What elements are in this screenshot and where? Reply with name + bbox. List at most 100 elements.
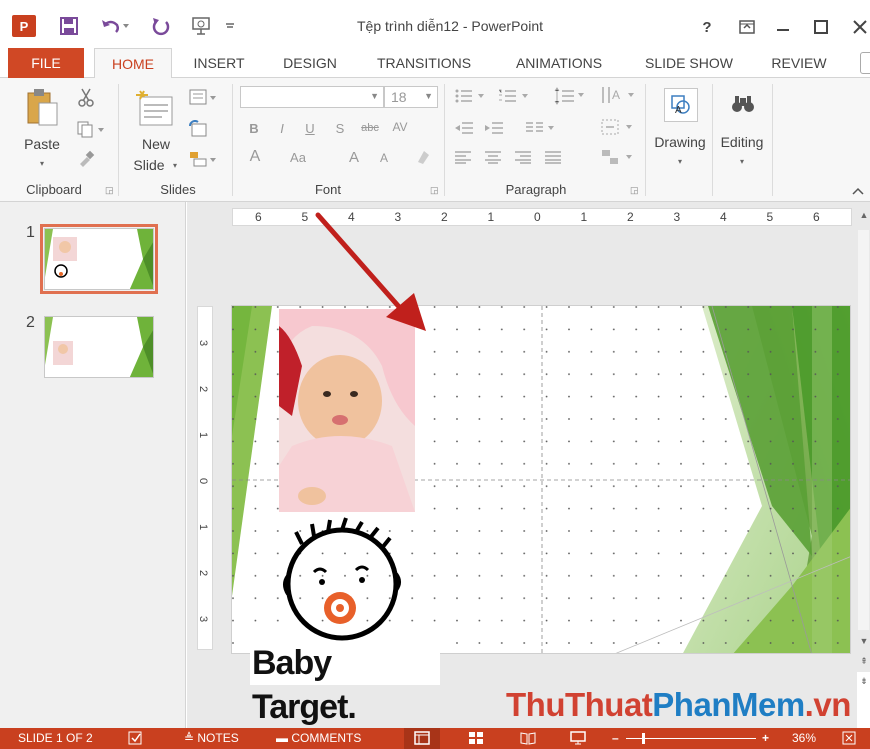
redo-icon[interactable] <box>148 14 174 38</box>
slide-thumbnail[interactable] <box>40 224 158 294</box>
thumbnail-number: 1 <box>26 224 35 241</box>
customize-qat-icon[interactable] <box>222 14 238 38</box>
undo-icon[interactable] <box>98 14 132 38</box>
paste-icon[interactable] <box>20 86 68 130</box>
grow-font-button[interactable]: A <box>344 146 364 168</box>
tab-review[interactable]: REVIEW <box>760 48 838 78</box>
editing-dropdown-icon[interactable]: ▾ <box>736 156 748 166</box>
align-left-icon[interactable] <box>452 146 474 168</box>
text-direction-icon[interactable]: A <box>598 84 638 106</box>
font-color-button[interactable]: A <box>244 146 266 168</box>
tab-transitions[interactable]: TRANSITIONS <box>362 48 486 78</box>
fit-slide-icon[interactable] <box>842 731 856 748</box>
align-text-icon[interactable] <box>598 116 638 138</box>
new-slide-button-line2[interactable]: Slide <box>124 155 174 175</box>
notes-button[interactable]: ≜ NOTES <box>184 731 239 745</box>
shadow-button[interactable]: S <box>330 118 350 138</box>
slide-thumbnail[interactable] <box>44 316 154 378</box>
cut-icon[interactable] <box>74 86 98 108</box>
strikethrough-button[interactable]: abc <box>356 118 384 138</box>
slide-canvas[interactable] <box>231 305 851 654</box>
smartart-icon[interactable] <box>598 146 638 168</box>
copy-icon[interactable] <box>74 118 108 140</box>
line-spacing-icon[interactable] <box>552 86 588 106</box>
new-slide-button[interactable]: New <box>126 134 186 154</box>
shapes-icon[interactable]: A <box>664 88 698 122</box>
bold-button[interactable]: B <box>244 118 264 138</box>
ruler-tick-label: 3 <box>197 615 210 623</box>
zoom-out-icon[interactable]: – <box>612 731 619 745</box>
scroll-down-icon[interactable]: ▼ <box>858 636 870 646</box>
numbering-icon[interactable] <box>496 86 532 106</box>
font-launcher-icon[interactable]: ◲ <box>430 185 439 196</box>
paragraph-launcher-icon[interactable]: ◲ <box>630 185 639 196</box>
thumbnail-number: 2 <box>26 314 35 331</box>
next-slide-icon[interactable]: ⇟ <box>858 676 870 687</box>
slides-group-label: Slides <box>160 182 196 197</box>
vertical-scrollbar[interactable] <box>857 202 870 672</box>
align-right-icon[interactable] <box>512 146 534 168</box>
shrink-font-button[interactable]: A <box>374 148 394 168</box>
increase-indent-icon[interactable] <box>482 118 506 138</box>
layout-icon[interactable] <box>186 86 220 108</box>
close-button[interactable] <box>845 14 870 40</box>
clipboard-launcher-icon[interactable]: ◲ <box>105 185 114 196</box>
save-icon[interactable] <box>58 14 80 38</box>
minimize-button[interactable] <box>768 14 798 40</box>
drawing-button[interactable]: Drawing <box>648 132 712 152</box>
font-size-combo[interactable]: 18 ▼ <box>384 86 438 108</box>
scroll-up-icon[interactable]: ▲ <box>858 210 870 220</box>
find-icon[interactable] <box>728 88 758 120</box>
format-painter-icon[interactable] <box>74 148 98 170</box>
slide-sorter-icon[interactable] <box>468 731 484 748</box>
font-group-label: Font <box>314 182 341 197</box>
decrease-indent-icon[interactable] <box>452 118 476 138</box>
slide-number-status: SLIDE 1 OF 2 <box>18 731 93 745</box>
ribbon-display-options-icon[interactable] <box>732 14 762 40</box>
columns-icon[interactable] <box>522 118 558 138</box>
tab-design[interactable]: DESIGN <box>270 48 350 78</box>
section-icon[interactable] <box>186 148 220 170</box>
new-slide-dropdown-icon[interactable]: ▾ <box>170 160 180 170</box>
editing-button[interactable]: Editing <box>714 132 770 152</box>
zoom-level[interactable]: 36% <box>792 731 816 745</box>
justify-icon[interactable] <box>542 146 564 168</box>
powerpoint-app-icon[interactable]: P <box>12 15 36 37</box>
tab-slide-show[interactable]: SLIDE SHOW <box>632 48 746 78</box>
reading-view-icon[interactable] <box>520 731 536 748</box>
tab-file[interactable]: FILE <box>8 48 84 78</box>
collapse-ribbon-icon[interactable] <box>852 184 864 198</box>
new-slide-icon[interactable] <box>132 86 178 132</box>
help-button[interactable]: ? <box>692 14 722 40</box>
maximize-button[interactable] <box>806 14 836 40</box>
zoom-in-icon[interactable]: + <box>762 731 769 745</box>
reset-slide-icon[interactable] <box>186 118 210 140</box>
paste-dropdown-icon[interactable]: ▾ <box>30 158 54 168</box>
comments-button[interactable]: ▬ COMMENTS <box>276 731 361 745</box>
underline-button[interactable]: U <box>300 118 320 138</box>
spell-check-icon[interactable] <box>128 731 144 748</box>
change-case-button[interactable]: Aa <box>284 146 312 168</box>
bullets-icon[interactable] <box>452 86 488 106</box>
character-spacing-button[interactable]: AV <box>386 116 414 138</box>
slide-show-icon[interactable] <box>570 731 586 748</box>
vertical-ruler[interactable]: 3 2 1 0 1 2 3 <box>197 306 213 650</box>
start-presentation-icon[interactable] <box>188 14 216 38</box>
tab-overflow[interactable] <box>860 52 870 74</box>
scrollbar-track[interactable] <box>858 230 869 630</box>
paste-button[interactable]: Paste <box>14 134 70 154</box>
svg-text:A: A <box>675 105 682 116</box>
tab-home[interactable]: HOME <box>94 48 172 79</box>
previous-slide-icon[interactable]: ⇞ <box>858 656 870 667</box>
align-center-icon[interactable] <box>482 146 504 168</box>
font-family-combo[interactable]: ▼ <box>240 86 384 108</box>
zoom-slider[interactable] <box>626 738 756 739</box>
clear-formatting-icon[interactable] <box>412 146 434 168</box>
tab-animations[interactable]: ANIMATIONS <box>498 48 620 78</box>
separator <box>772 84 773 196</box>
watermark: ThuThuatPhanMem.vn <box>506 686 851 724</box>
zoom-slider-thumb[interactable] <box>642 733 645 744</box>
tab-insert[interactable]: INSERT <box>180 48 258 78</box>
drawing-dropdown-icon[interactable]: ▾ <box>674 156 686 166</box>
italic-button[interactable]: I <box>272 118 292 138</box>
